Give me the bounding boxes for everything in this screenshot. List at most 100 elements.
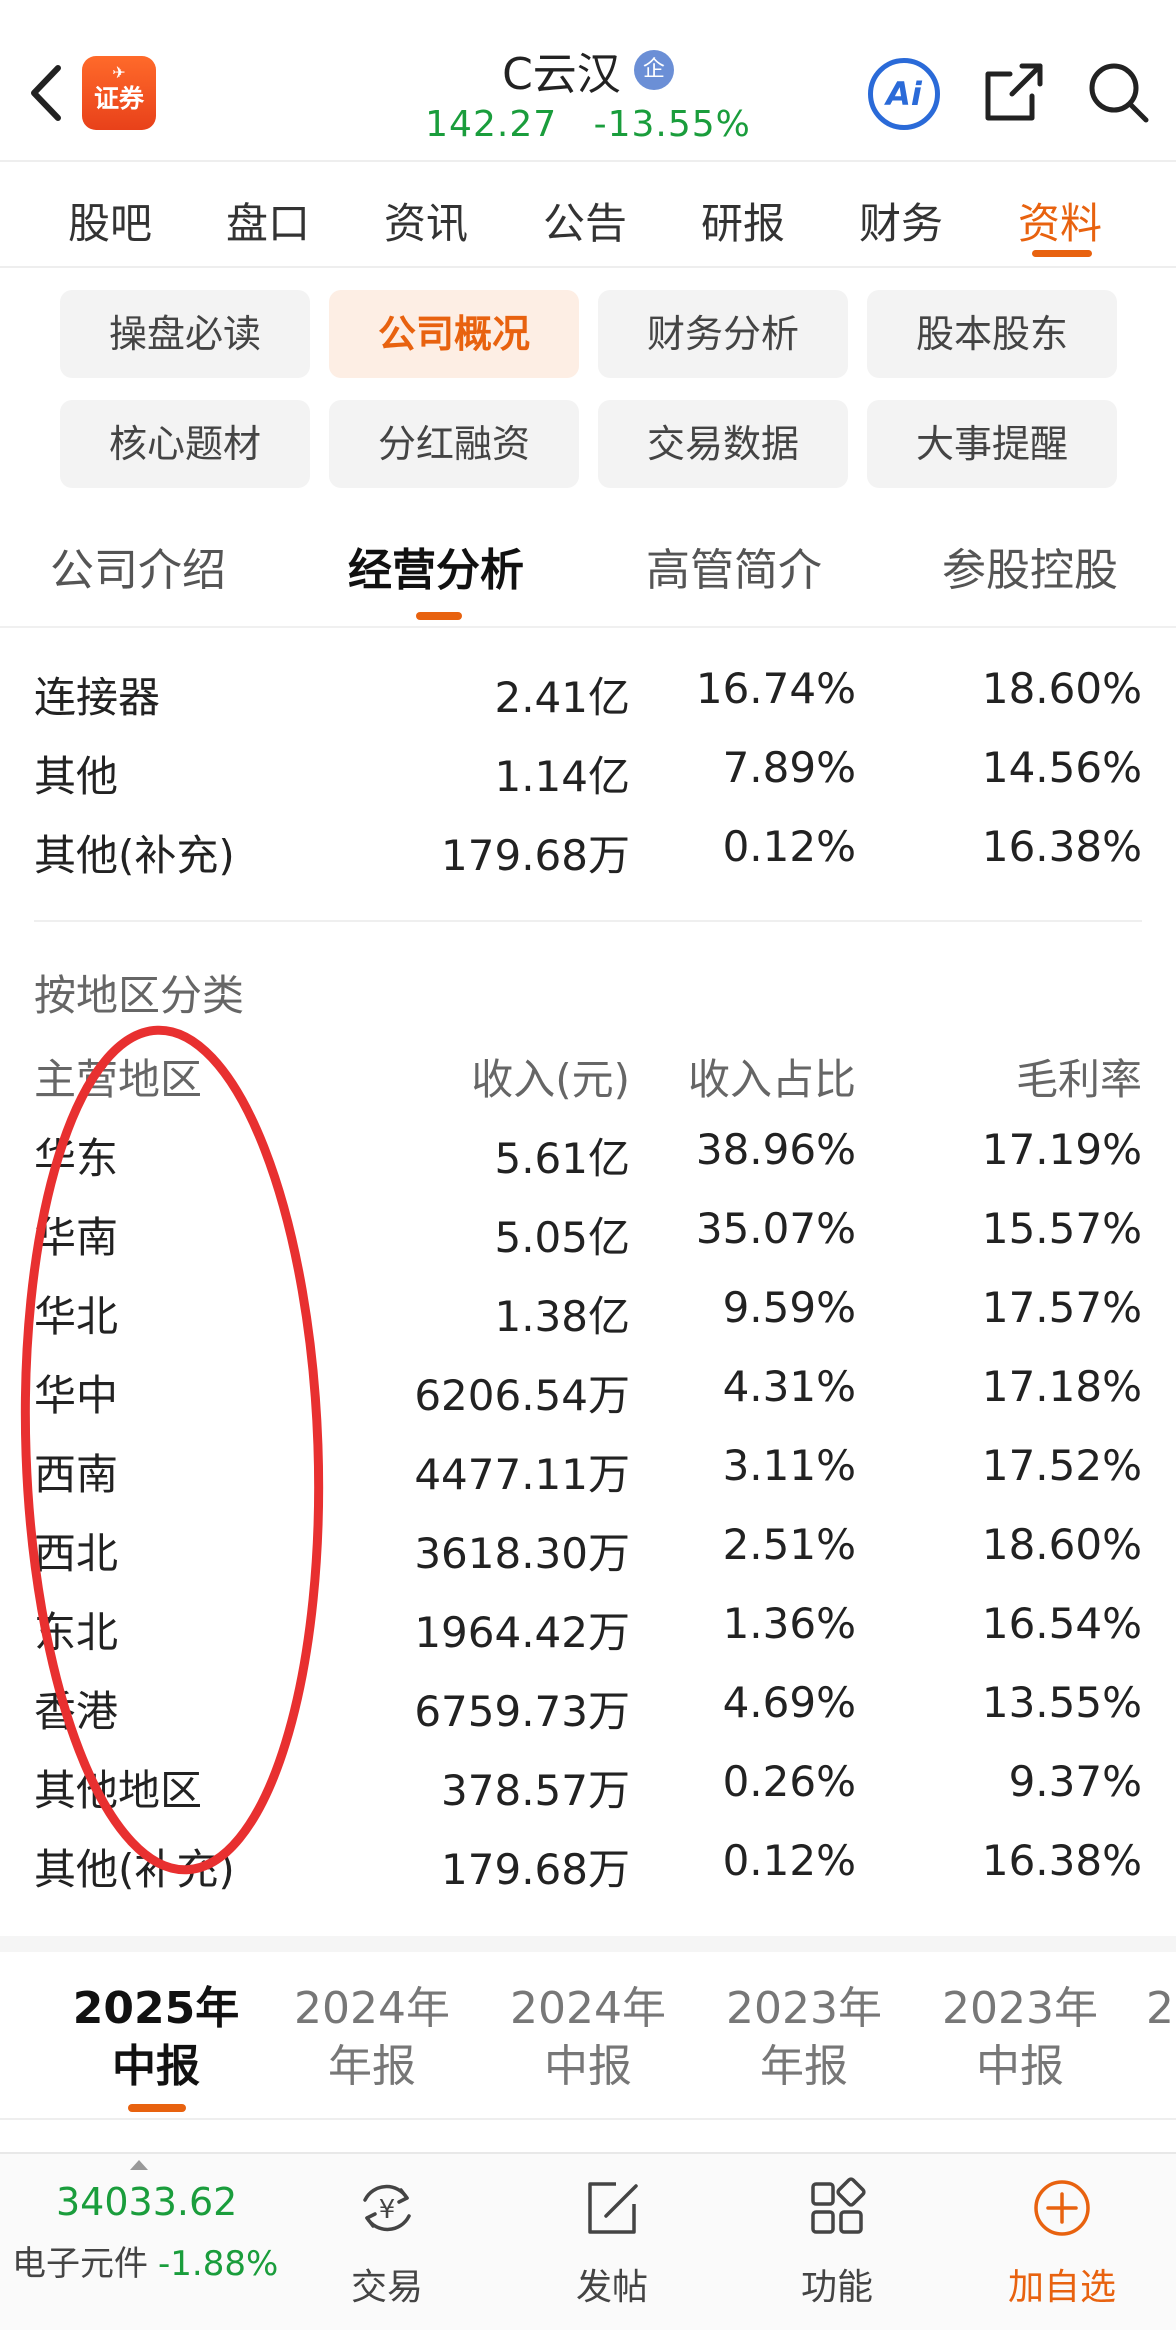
bottom-nav-bar: 34033.62 电子元件 -1.88% ¥ 交易 发帖 功能 加自选 <box>0 2152 1176 2330</box>
period-tab[interactable]: 2023年 中报 <box>930 1980 1110 2096</box>
header-margin: 毛利率 <box>1015 1055 1142 1104</box>
chip-company-overview[interactable]: 公司概况 <box>329 290 579 378</box>
cell-share: 35.07% <box>695 1204 856 1253</box>
period-year: 2023年 <box>942 1983 1098 2034</box>
cell-category: 其他(补充) <box>34 831 235 880</box>
subtab-indicator <box>416 612 462 620</box>
subtab-divider <box>0 626 1176 628</box>
period-type: 中报 <box>976 2041 1064 2092</box>
cell-revenue: 5.05亿 <box>494 1213 630 1262</box>
add-watchlist-icon <box>1034 2180 1090 2236</box>
nav-post[interactable]: 发帖 <box>537 2154 687 2330</box>
nav-post-label: 发帖 <box>575 2267 648 2308</box>
sector-index-value[interactable]: 34033.62 <box>56 2180 237 2224</box>
search-icon[interactable] <box>1084 58 1152 126</box>
cell-revenue: 6759.73万 <box>414 1687 630 1736</box>
chip-dividend-financing[interactable]: 分红融资 <box>329 400 579 488</box>
top-header: ✈ 证券 C云汉 企 142.27 -13.55% Ai <box>0 0 1176 162</box>
cell-margin: 9.37% <box>1008 1757 1142 1806</box>
section-divider <box>34 920 1142 922</box>
tab-profile[interactable]: 资料 <box>1018 190 1102 251</box>
cell-share: 4.69% <box>722 1678 856 1727</box>
cell-revenue: 378.57万 <box>441 1766 630 1815</box>
cell-category: 其他 <box>34 752 119 801</box>
share-icon[interactable] <box>982 60 1046 124</box>
period-tab[interactable]: 2023年 年报 <box>714 1980 894 2096</box>
tab-announcements[interactable]: 公告 <box>543 190 627 251</box>
cell-share: 4.31% <box>722 1362 856 1411</box>
cell-share: 3.11% <box>722 1441 856 1490</box>
sector-change: -1.88% <box>158 2244 279 2284</box>
cell-revenue: 1.14亿 <box>494 752 630 801</box>
svg-text:¥: ¥ <box>379 2195 396 2225</box>
period-tab-partial[interactable]: 2 <box>1146 1980 1176 2038</box>
period-year: 2 <box>1146 1983 1174 2034</box>
cell-share: 2.51% <box>722 1520 856 1569</box>
period-year: 2024年 <box>510 1983 666 2034</box>
period-year: 2023年 <box>726 1983 882 2034</box>
tab-finance[interactable]: 财务 <box>859 190 943 251</box>
tab-news[interactable]: 资讯 <box>384 190 468 251</box>
subtab-company-intro[interactable]: 公司介绍 <box>50 534 226 598</box>
chip-financial-analysis[interactable]: 财务分析 <box>598 290 848 378</box>
chip-core-themes[interactable]: 核心题材 <box>60 400 310 488</box>
period-year: 2025年 <box>72 1983 240 2034</box>
chip-trading-must-read[interactable]: 操盘必读 <box>60 290 310 378</box>
cell-revenue: 6206.54万 <box>414 1371 630 1420</box>
nav-functions-label: 功能 <box>800 2267 873 2308</box>
cell-share: 38.96% <box>695 1125 856 1174</box>
cell-margin: 16.54% <box>981 1599 1142 1648</box>
cell-margin: 14.56% <box>981 743 1142 792</box>
nav-trade[interactable]: ¥ 交易 <box>312 2154 462 2330</box>
cell-margin: 17.57% <box>981 1283 1142 1332</box>
ai-assistant-button[interactable]: Ai <box>868 58 940 130</box>
period-tab[interactable]: 2025年 中报 <box>66 1980 246 2096</box>
tab-guba[interactable]: 股吧 <box>68 190 152 251</box>
cell-revenue: 179.68万 <box>441 831 630 880</box>
cell-share: 9.59% <box>722 1283 856 1332</box>
chip-major-events[interactable]: 大事提醒 <box>867 400 1117 488</box>
cell-margin: 16.38% <box>981 1836 1142 1885</box>
annotation-ellipse <box>20 1025 324 1875</box>
cell-revenue: 3618.30万 <box>414 1529 630 1578</box>
cell-share: 0.12% <box>722 1836 856 1885</box>
cell-margin: 15.57% <box>981 1204 1142 1253</box>
period-type: 年报 <box>760 2041 848 2092</box>
main-tab-bar: 股吧 盘口 资讯 公告 研报 财务 资料 <box>0 162 1176 268</box>
period-tab-indicator <box>128 2104 186 2112</box>
cell-margin: 18.60% <box>981 664 1142 713</box>
tab-pankou[interactable]: 盘口 <box>226 190 310 251</box>
sector-name: 电子元件 <box>12 2244 148 2284</box>
subtab-executives[interactable]: 高管简介 <box>646 534 822 598</box>
nav-add-watchlist[interactable]: 加自选 <box>987 2154 1137 2330</box>
sector-index-label[interactable]: 电子元件 -1.88% <box>12 2236 278 2285</box>
post-icon <box>588 2182 638 2234</box>
period-tab[interactable]: 2024年 中报 <box>498 1980 678 2096</box>
period-year: 2024年 <box>294 1983 450 2034</box>
chip-trading-data[interactable]: 交易数据 <box>598 400 848 488</box>
nav-functions[interactable]: 功能 <box>762 2154 912 2330</box>
cell-margin: 17.18% <box>981 1362 1142 1411</box>
stock-price: 142.27 <box>425 104 558 145</box>
stock-change-pct: -13.55% <box>593 104 751 145</box>
cell-revenue: 2.41亿 <box>494 673 630 722</box>
cell-share: 0.26% <box>722 1757 856 1806</box>
subtab-business-analysis[interactable]: 经营分析 <box>348 534 524 598</box>
chip-shareholders[interactable]: 股本股东 <box>867 290 1117 378</box>
nav-trade-label: 交易 <box>350 2267 423 2308</box>
subtab-holdings[interactable]: 参股控股 <box>942 534 1118 598</box>
cell-revenue: 1964.42万 <box>414 1608 630 1657</box>
expand-caret-icon[interactable] <box>130 2160 148 2170</box>
cell-share: 1.36% <box>722 1599 856 1648</box>
header-share: 收入占比 <box>687 1055 856 1104</box>
apps-icon <box>811 2177 866 2234</box>
cell-share: 16.74% <box>695 664 856 713</box>
cell-margin: 17.19% <box>981 1125 1142 1174</box>
cell-revenue: 4477.11万 <box>414 1450 630 1499</box>
cell-share: 0.12% <box>722 822 856 871</box>
cell-category: 连接器 <box>34 673 161 722</box>
enterprise-badge: 企 <box>633 50 674 90</box>
tab-research[interactable]: 研报 <box>701 190 785 251</box>
period-tab[interactable]: 2024年 年报 <box>282 1980 462 2096</box>
table-row: 其他 1.14亿 7.89% 14.56% <box>0 735 1176 805</box>
